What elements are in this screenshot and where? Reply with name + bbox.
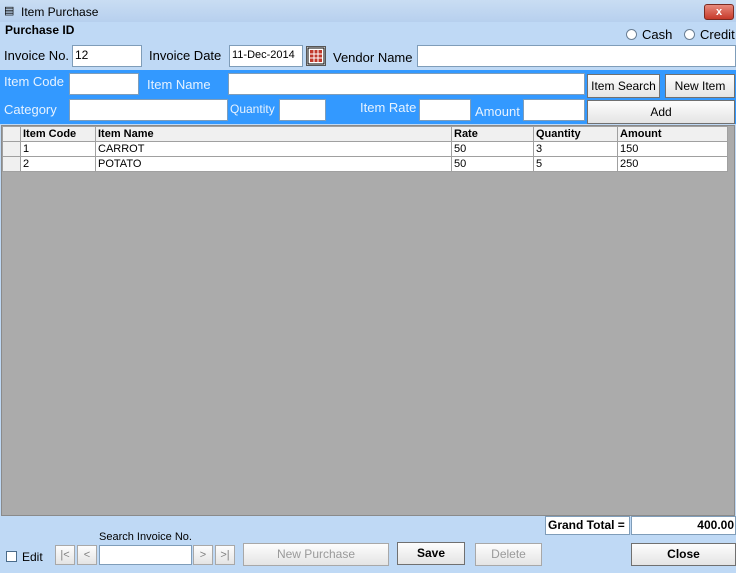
quantity-field[interactable] [279, 99, 326, 121]
purchase-id-label: Purchase ID [5, 23, 75, 37]
window-title: Item Purchase [21, 5, 99, 19]
credit-radio[interactable] [684, 29, 695, 40]
amount-label: Amount [475, 104, 520, 119]
item-rate-field[interactable] [419, 99, 471, 121]
save-button[interactable]: Save [397, 542, 465, 565]
table-cell[interactable]: 250 [617, 156, 728, 172]
credit-label[interactable]: Credit [700, 27, 735, 42]
row-header[interactable] [2, 141, 21, 157]
new-item-button[interactable]: New Item [665, 74, 735, 98]
table-cell[interactable]: 5 [533, 156, 618, 172]
quantity-label: Quantity [230, 102, 275, 116]
window-close-button[interactable]: x [704, 4, 734, 20]
invoice-no-field[interactable]: 12 [72, 45, 142, 67]
nav-prev-button[interactable]: < [77, 545, 97, 565]
col-rate[interactable]: Rate [451, 126, 534, 142]
item-name-label: Item Name [147, 77, 211, 92]
vendor-name-field[interactable] [417, 45, 736, 67]
invoice-date-label: Invoice Date [149, 48, 222, 63]
grid-header-row: Item Code Item Name Rate Quantity Amount [2, 126, 728, 142]
nav-next-button[interactable]: > [193, 545, 213, 565]
title-bar: ▤ Item Purchase x [0, 0, 736, 22]
table-cell[interactable]: 2 [20, 156, 96, 172]
cash-radio[interactable] [626, 29, 637, 40]
row-header-corner [2, 126, 21, 142]
items-table: Item Code Item Name Rate Quantity Amount… [2, 126, 728, 172]
table-row[interactable]: 1 CARROT 50 3 150 [2, 141, 728, 157]
table-cell[interactable]: CARROT [95, 141, 452, 157]
item-code-label: Item Code [4, 74, 64, 89]
item-purchase-window: ▤ Item Purchase x Purchase ID Cash Credi… [0, 0, 736, 573]
table-cell[interactable]: 3 [533, 141, 618, 157]
item-name-field[interactable] [228, 73, 585, 95]
table-row[interactable]: 2 POTATO 50 5 250 [2, 156, 728, 172]
amount-field[interactable] [523, 99, 585, 121]
search-invoice-label: Search Invoice No. [99, 531, 192, 543]
table-cell[interactable]: 150 [617, 141, 728, 157]
nav-last-button[interactable]: >| [215, 545, 235, 565]
table-cell[interactable]: 1 [20, 141, 96, 157]
search-invoice-field[interactable] [99, 545, 192, 565]
cash-label[interactable]: Cash [642, 27, 672, 42]
new-purchase-button[interactable]: New Purchase [243, 543, 389, 566]
items-grid[interactable]: Item Code Item Name Rate Quantity Amount… [1, 125, 735, 516]
invoice-no-label: Invoice No. [4, 48, 70, 63]
close-button[interactable]: Close [631, 543, 736, 566]
col-quantity[interactable]: Quantity [533, 126, 618, 142]
table-cell[interactable]: 50 [451, 141, 534, 157]
calendar-icon[interactable] [306, 46, 326, 66]
edit-label: Edit [22, 550, 43, 564]
app-icon: ▤ [4, 5, 15, 17]
item-rate-label: Item Rate [360, 100, 417, 115]
add-button[interactable]: Add [587, 100, 735, 124]
grand-total-label: Grand Total = [545, 516, 630, 535]
nav-first-button[interactable]: |< [55, 545, 75, 565]
row-header[interactable] [2, 156, 21, 172]
category-label: Category [4, 102, 57, 117]
col-item-code[interactable]: Item Code [20, 126, 96, 142]
table-cell[interactable]: POTATO [95, 156, 452, 172]
vendor-name-label: Vendor Name [333, 50, 413, 65]
grand-total-value: 400.00 [631, 516, 736, 535]
delete-button[interactable]: Delete [475, 543, 542, 566]
invoice-date-field[interactable]: 11-Dec-2014 [229, 45, 303, 67]
table-cell[interactable]: 50 [451, 156, 534, 172]
edit-checkbox[interactable] [6, 551, 17, 562]
item-search-button[interactable]: Item Search [587, 74, 660, 98]
col-item-name[interactable]: Item Name [95, 126, 452, 142]
col-amount[interactable]: Amount [617, 126, 728, 142]
category-field[interactable] [69, 99, 228, 121]
item-code-field[interactable] [69, 73, 139, 95]
